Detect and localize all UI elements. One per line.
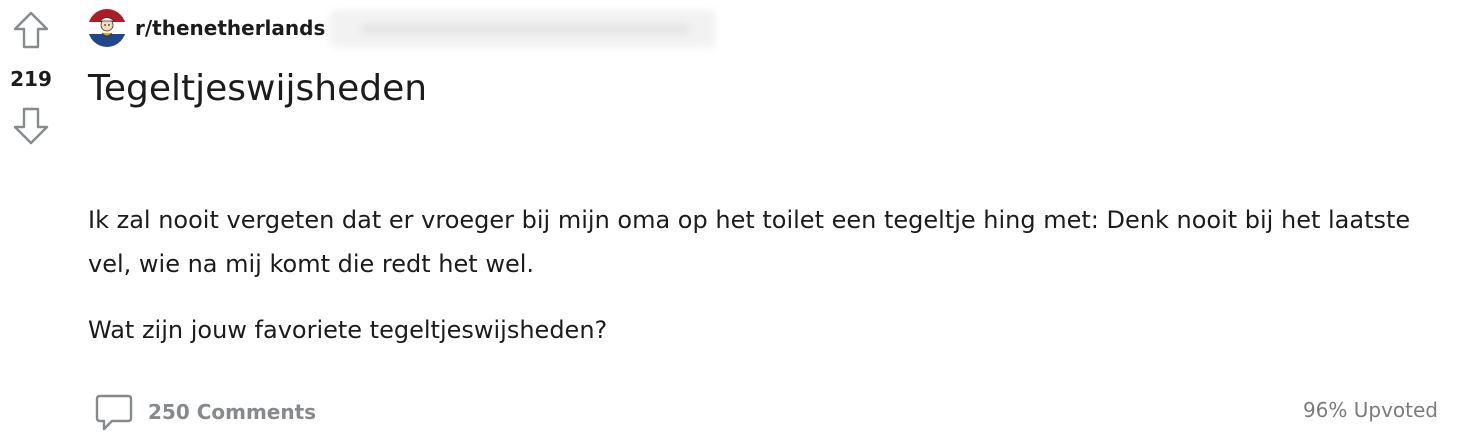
post-title[interactable]: Tegeltjeswijsheden (88, 64, 427, 114)
comments-count-label: 250 Comments (148, 400, 317, 424)
subreddit-name-link[interactable]: r/thenetherlands (135, 16, 325, 40)
post-body-paragraph: Ik zal nooit vergeten dat er vroeger bij… (88, 206, 1411, 278)
downvote-button[interactable] (11, 106, 51, 146)
upvote-button[interactable] (11, 10, 51, 50)
subreddit-avatar[interactable] (88, 9, 126, 47)
blurred-post-meta (330, 10, 715, 48)
dutch-flag-avatar-icon (88, 9, 126, 47)
arrow-up-outline-icon (13, 11, 49, 49)
speech-bubble-icon (94, 390, 134, 434)
vote-score: 219 (10, 67, 52, 91)
comments-button[interactable]: 250 Comments (94, 390, 316, 434)
post-header: r/thenetherlands (88, 8, 325, 48)
post-body-paragraph: Wat zijn jouw favoriete tegeltjeswijshed… (88, 316, 608, 344)
arrow-down-outline-icon (13, 107, 49, 145)
post-body: Ik zal nooit vergeten dat er vroeger bij… (88, 198, 1448, 352)
vote-column: 219 (0, 0, 64, 160)
upvote-ratio-label: 96% Upvoted (1302, 398, 1438, 422)
